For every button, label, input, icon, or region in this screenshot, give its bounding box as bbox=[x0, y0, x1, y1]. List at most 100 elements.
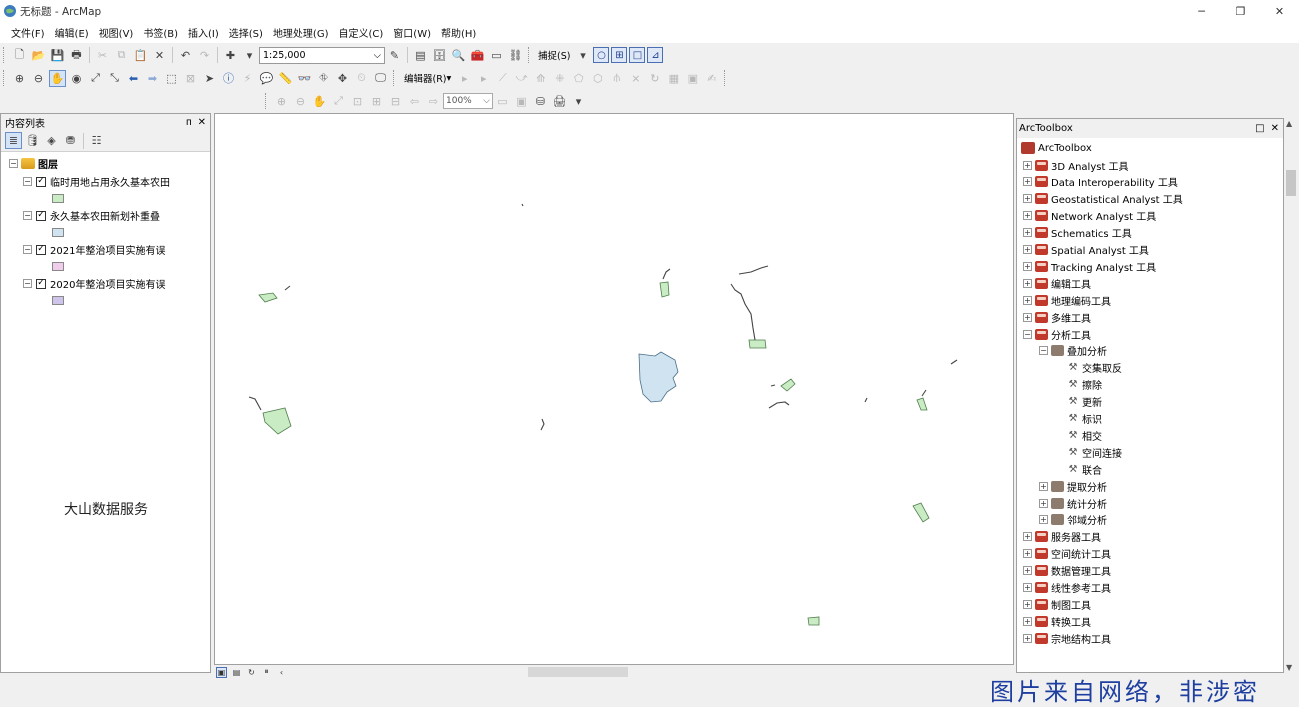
expand-icon[interactable]: + bbox=[1023, 261, 1032, 271]
layer-visibility-checkbox[interactable]: ✓ bbox=[36, 210, 46, 221]
expand-icon[interactable]: + bbox=[1023, 211, 1032, 221]
toolbox-item[interactable]: ⚒ 标识 bbox=[1067, 411, 1102, 427]
expand-icon[interactable]: + bbox=[1023, 228, 1032, 238]
toolbar-grip[interactable] bbox=[3, 47, 7, 63]
layer-visibility-checkbox[interactable]: ✓ bbox=[36, 278, 46, 289]
toolbox-item[interactable]: +3D Analyst 工具 bbox=[1023, 157, 1129, 173]
layer-row-4[interactable]: − ✓ 2020年整治项目实施有误 bbox=[23, 276, 165, 291]
expand-icon[interactable]: + bbox=[1023, 583, 1032, 592]
point-icon[interactable]: ⁜ bbox=[551, 70, 568, 87]
menu-selection[interactable]: 选择(S) bbox=[224, 25, 268, 40]
fixed-zoom-in-icon[interactable]: ⊞ bbox=[368, 93, 385, 110]
model-builder-icon[interactable]: ⛓ bbox=[507, 47, 524, 64]
layer-row-1[interactable]: − ✓ 临时用地占用永久基本农田 bbox=[23, 174, 170, 189]
collapse-icon[interactable]: − bbox=[1039, 346, 1048, 356]
list-by-source-icon[interactable]: 🛢 bbox=[24, 132, 41, 149]
expand-icon[interactable]: + bbox=[1023, 160, 1032, 170]
toolbox-item[interactable]: + 地理编码工具 bbox=[1023, 292, 1111, 308]
snapping-menu-button[interactable]: 捕捉(S) bbox=[535, 48, 573, 62]
find-binoculars-icon[interactable]: 👓 bbox=[296, 70, 313, 87]
toolbar-grip[interactable] bbox=[393, 70, 397, 86]
forward-arrow-icon[interactable]: ➡ bbox=[144, 70, 161, 87]
fixed-zoom-out-icon[interactable]: ⤡ bbox=[106, 70, 123, 87]
layout-zoom-in-icon[interactable]: ⊕ bbox=[273, 93, 290, 110]
toolbox-item[interactable]: ⚒ 更新 bbox=[1067, 394, 1102, 410]
expand-icon[interactable]: + bbox=[1023, 532, 1032, 542]
toolbox-item[interactable]: + Network Analyst 工具 bbox=[1023, 208, 1156, 224]
layer-name[interactable]: 2020年整治项目实施有误 bbox=[50, 276, 165, 291]
previous-extent-icon[interactable]: ⇦ bbox=[406, 93, 423, 110]
toolbar-grip[interactable] bbox=[265, 93, 269, 109]
split-icon[interactable]: ⨯ bbox=[627, 70, 644, 87]
horizontal-scrollbar-thumb[interactable] bbox=[528, 667, 628, 677]
attributes-icon[interactable]: ▦ bbox=[665, 70, 682, 87]
scroll-left-icon[interactable]: ‹ bbox=[276, 667, 287, 678]
map-scale-select[interactable]: 1:25,000 ⌵ bbox=[259, 46, 385, 64]
expand-icon[interactable]: + bbox=[1039, 515, 1048, 525]
open-folder-icon[interactable]: 📂 bbox=[30, 47, 47, 64]
toolbox-item[interactable]: + 制图工具 bbox=[1023, 596, 1091, 612]
cut-polygons-icon[interactable]: ⫛ bbox=[608, 70, 625, 87]
print-icon[interactable]: 🖶 bbox=[68, 47, 85, 64]
menu-view[interactable]: 视图(V) bbox=[94, 25, 139, 40]
menu-bookmarks[interactable]: 书签(B) bbox=[138, 25, 183, 40]
save-icon[interactable]: 💾 bbox=[49, 47, 66, 64]
layout-zoom-out-icon[interactable]: ⊖ bbox=[292, 93, 309, 110]
change-layout-icon[interactable]: ⛁ bbox=[532, 93, 549, 110]
identify-icon[interactable]: ⓘ bbox=[220, 70, 237, 87]
layer-visibility-checkbox[interactable]: ✓ bbox=[36, 176, 46, 187]
reshape-icon[interactable]: ⬡ bbox=[589, 70, 606, 87]
select-features-icon[interactable]: ⬚ bbox=[163, 70, 180, 87]
toolbox-item[interactable]: + 邻域分析 bbox=[1039, 512, 1107, 528]
collapse-icon[interactable]: − bbox=[23, 245, 32, 254]
expand-icon[interactable]: + bbox=[1023, 194, 1032, 204]
snapping-dropdown-icon[interactable]: ▾ bbox=[574, 47, 591, 64]
hyperlink-icon[interactable]: ⚡ bbox=[239, 70, 256, 87]
data-driven-pages-icon[interactable]: 🖨 bbox=[551, 93, 568, 110]
toolbar-options-icon[interactable]: ▾ bbox=[570, 93, 587, 110]
expand-icon[interactable]: + bbox=[1039, 481, 1048, 491]
data-view-icon[interactable]: ▣ bbox=[216, 666, 227, 678]
list-by-visibility-icon[interactable]: ◈ bbox=[43, 132, 60, 149]
toolbox-item[interactable]: + Schematics 工具 bbox=[1023, 225, 1132, 241]
arctoolbox-root[interactable]: ArcToolbox bbox=[1021, 140, 1092, 156]
layer-symbol-swatch[interactable] bbox=[52, 194, 64, 203]
expand-icon[interactable]: + bbox=[1023, 312, 1032, 322]
scroll-up-icon[interactable]: ▲ bbox=[1286, 119, 1292, 128]
clear-selection-icon[interactable]: ⊠ bbox=[182, 70, 199, 87]
close-icon[interactable]: ✕ bbox=[198, 117, 206, 128]
search-window-icon[interactable]: 🔍 bbox=[450, 47, 467, 64]
expand-icon[interactable]: + bbox=[1023, 245, 1032, 254]
table-of-contents-window-icon[interactable]: ▤ bbox=[412, 47, 429, 64]
expand-icon[interactable]: + bbox=[1023, 633, 1032, 643]
zoom-out-icon[interactable]: ⊖ bbox=[30, 70, 47, 87]
arctoolbox-window-icon[interactable]: 🧰 bbox=[469, 47, 486, 64]
toolbox-vertical-scrollbar[interactable]: ▲ ▼ bbox=[1284, 118, 1298, 673]
toolbox-item[interactable]: ⚒ 擦除 bbox=[1067, 377, 1102, 393]
menu-customize[interactable]: 自定义(C) bbox=[334, 25, 389, 40]
collapse-icon[interactable]: − bbox=[23, 177, 32, 186]
pin-icon[interactable]: ᴨ bbox=[186, 117, 192, 128]
scroll-down-icon[interactable]: ▼ bbox=[1286, 663, 1292, 672]
layer-name[interactable]: 临时用地占用永久基本农田 bbox=[50, 174, 170, 189]
toolbox-item[interactable]: + Geostatistical Analyst 工具 bbox=[1023, 191, 1183, 207]
layers-root[interactable]: − 图层 bbox=[9, 156, 58, 171]
end-snapping-icon[interactable]: ⊞ bbox=[611, 47, 628, 63]
list-by-drawing-order-icon[interactable]: ≣ bbox=[5, 132, 22, 149]
collapse-icon[interactable]: − bbox=[23, 279, 32, 288]
toolbar-grip[interactable] bbox=[724, 70, 728, 86]
catalog-window-icon[interactable]: 🗄 bbox=[431, 47, 448, 64]
sketch-properties-icon[interactable]: ▣ bbox=[684, 70, 701, 87]
expand-icon[interactable]: + bbox=[1023, 616, 1032, 626]
expand-icon[interactable]: + bbox=[1039, 498, 1048, 508]
delete-icon[interactable]: ✕ bbox=[151, 47, 168, 64]
redo-icon[interactable]: ↷ bbox=[196, 47, 213, 64]
collapse-icon[interactable]: − bbox=[1023, 329, 1032, 339]
html-popup-icon[interactable]: 💬 bbox=[258, 70, 275, 87]
expand-icon[interactable]: + bbox=[1023, 278, 1032, 288]
toolbox-item[interactable]: + 提取分析 bbox=[1039, 478, 1107, 494]
cut-icon[interactable]: ✂ bbox=[94, 47, 111, 64]
layout-view-icon[interactable]: ▤ bbox=[231, 667, 242, 678]
menu-help[interactable]: 帮助(H) bbox=[436, 25, 481, 40]
minimize-button[interactable]: ─ bbox=[1182, 0, 1221, 22]
